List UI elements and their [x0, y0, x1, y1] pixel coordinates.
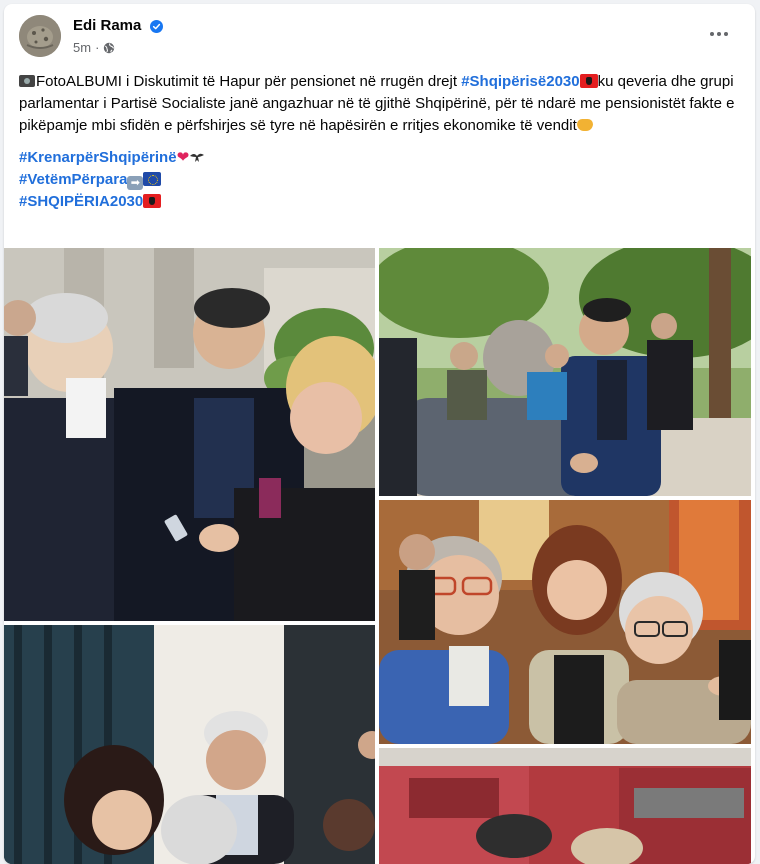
album-photo-2[interactable]	[379, 248, 751, 496]
album-photo-3[interactable]	[379, 500, 751, 744]
hashtag-krenar[interactable]: #KrenarpërShqipërinë	[19, 149, 177, 166]
hashtag-line-2: #VetëmPërpara ➡	[19, 169, 737, 191]
red-heart-icon: ❤	[176, 149, 190, 166]
post-intro-text: FotoALBUMI i Diskutimit të Hapur për pen…	[36, 73, 462, 90]
hashtag-vetem-perpara[interactable]: #VetëmPërpara	[19, 171, 127, 188]
post-timestamp[interactable]: 5m	[73, 40, 91, 55]
albania-flag-icon	[143, 194, 162, 208]
hashtag-line-3: #SHQIPËRIA2030	[19, 191, 737, 213]
handshake-emoji-icon	[576, 119, 593, 131]
post-text: FotoALBUMI i Diskutimit të Hapur për pen…	[19, 71, 737, 213]
verified-badge-icon	[150, 20, 163, 33]
meta-separator: ·	[95, 40, 100, 55]
more-options-icon	[710, 32, 714, 36]
post-card: Edi Rama 5m · FotoALBUMI i Diskutimit të…	[4, 4, 755, 864]
post-meta: 5m ·	[73, 40, 115, 55]
right-arrow-emoji-icon: ➡	[127, 176, 144, 190]
hashtag-shqiperise2030[interactable]: #Shqipërisë2030	[461, 73, 579, 90]
hashtag-shqiperia2030[interactable]: #SHQIPËRIA2030	[19, 193, 143, 210]
author-avatar[interactable]	[19, 15, 61, 57]
camera-emoji-icon	[19, 75, 35, 87]
album-photo-1[interactable]	[4, 248, 375, 621]
more-options-button[interactable]	[705, 24, 733, 44]
post-body: FotoALBUMI i Diskutimit të Hapur për pen…	[19, 71, 737, 137]
hashtag-line-1: #KrenarpërShqipërinë❤	[19, 147, 737, 169]
post-header: Edi Rama 5m ·	[4, 4, 755, 64]
albania-flag-icon	[579, 74, 598, 88]
eagle-emoji-icon	[190, 153, 205, 162]
author-name[interactable]: Edi Rama	[73, 17, 141, 34]
album-photo-5[interactable]	[379, 748, 751, 864]
album-photo-4[interactable]	[4, 625, 375, 864]
globe-icon[interactable]	[103, 42, 115, 54]
eu-flag-icon	[143, 172, 162, 186]
